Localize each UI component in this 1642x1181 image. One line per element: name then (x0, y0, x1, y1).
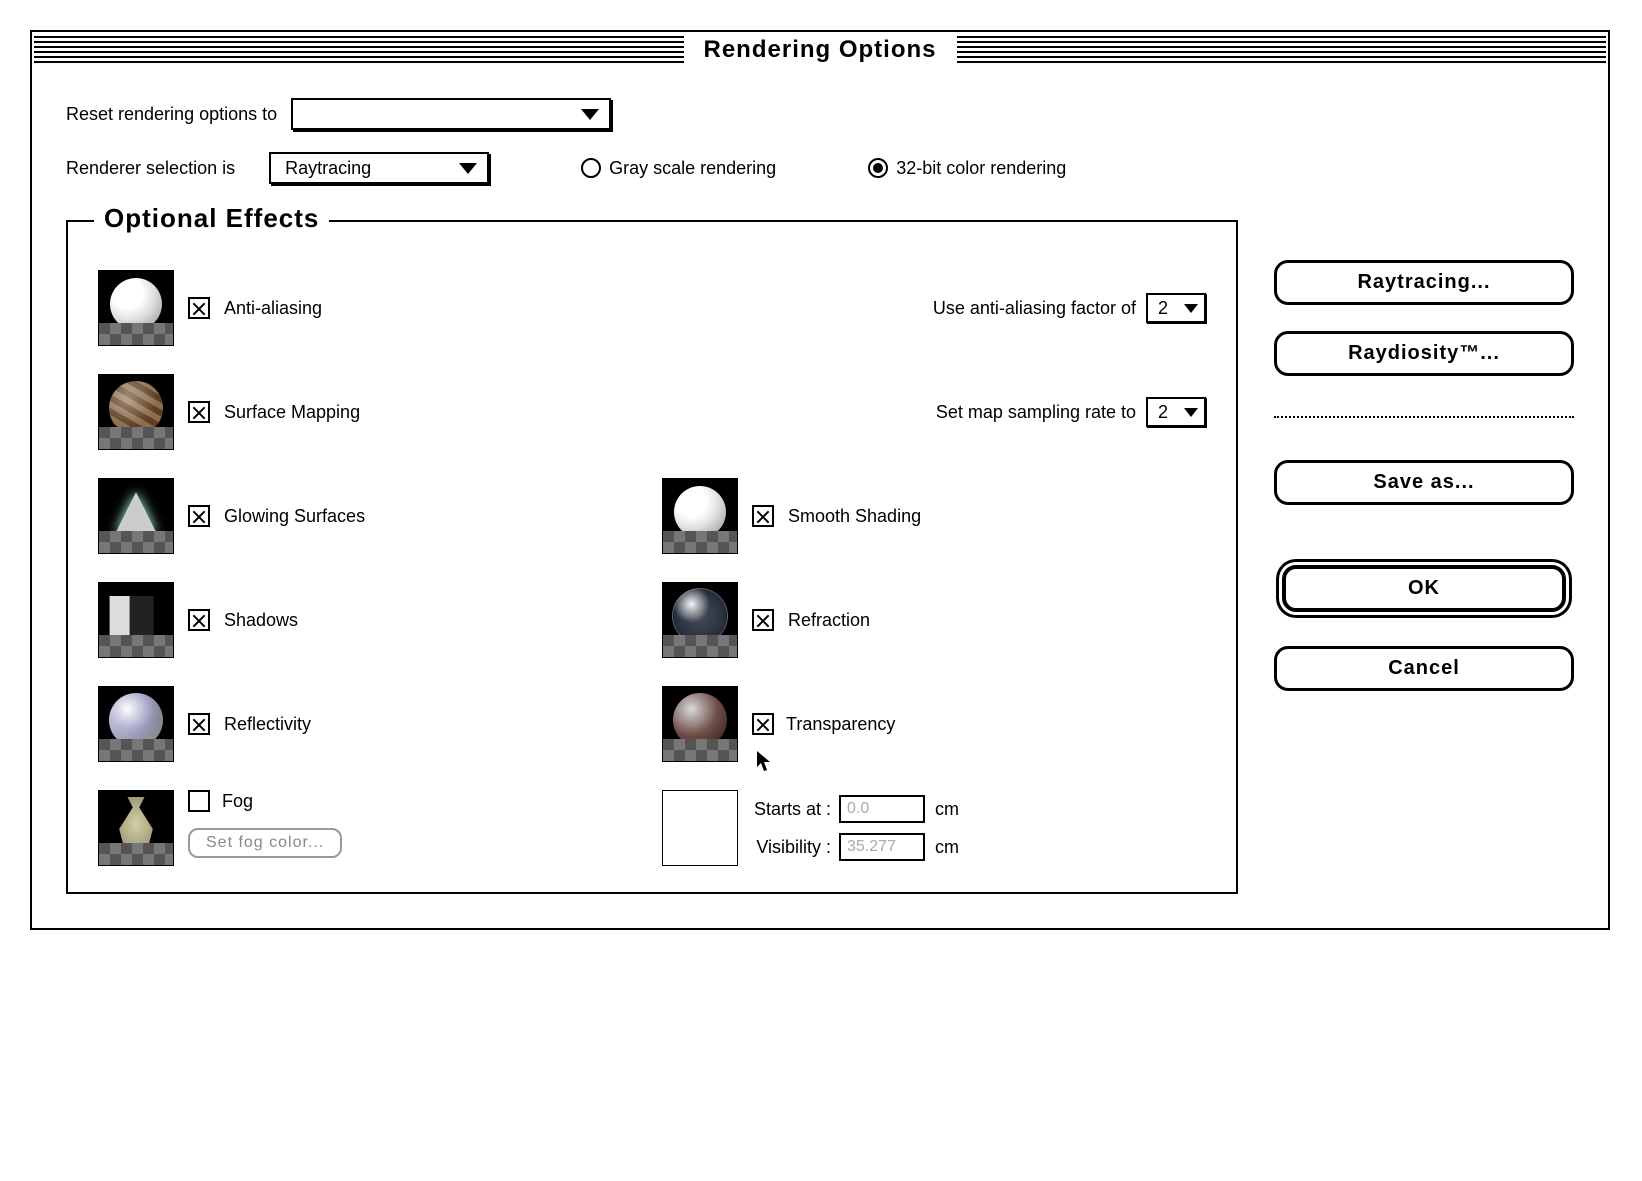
map-sampling-label: Set map sampling rate to (936, 402, 1136, 423)
mirror-sphere-icon (98, 686, 174, 762)
map-sampling-row: Set map sampling rate to 2 (662, 374, 1206, 450)
separator (1274, 416, 1574, 418)
fog-label: Fog (222, 791, 253, 812)
gray-scale-radio[interactable]: Gray scale rendering (581, 158, 776, 179)
effect-shadows: Shadows (98, 582, 642, 658)
effect-smooth-shading: Smooth Shading (662, 478, 1206, 554)
cancel-button[interactable]: Cancel (1274, 646, 1574, 691)
chevron-down-icon (459, 163, 477, 174)
renderer-dropdown[interactable]: Raytracing (269, 152, 489, 184)
set-fog-color-button[interactable]: Set fog color... (188, 828, 342, 858)
title-bar: Rendering Options (32, 32, 1608, 68)
renderer-label: Renderer selection is (66, 158, 235, 179)
antialiasing-factor-row: Use anti-aliasing factor of 2 (662, 270, 1206, 346)
fog-visibility-unit: cm (935, 837, 959, 858)
fog-checkbox[interactable] (188, 790, 210, 812)
refraction-checkbox[interactable] (752, 609, 774, 631)
radio-icon (581, 158, 601, 178)
titlebar-stripes-left (34, 36, 684, 64)
reset-dropdown[interactable] (291, 98, 611, 130)
window-title: Rendering Options (686, 36, 955, 64)
fog-visibility-input[interactable] (839, 833, 925, 861)
shadows-label: Shadows (224, 610, 298, 631)
aa-factor-value: 2 (1158, 298, 1168, 319)
reflectivity-label: Reflectivity (224, 714, 311, 735)
fog-starts-row: Starts at : cm (754, 795, 959, 823)
raytracing-button[interactable]: Raytracing... (1274, 260, 1574, 305)
effect-glowing-surfaces: Glowing Surfaces (98, 478, 642, 554)
ok-button[interactable]: OK (1282, 565, 1566, 612)
cube-shadow-icon (98, 582, 174, 658)
radio-icon (868, 158, 888, 178)
map-sampling-value: 2 (1158, 402, 1168, 423)
fog-starts-input[interactable] (839, 795, 925, 823)
refraction-label: Refraction (788, 610, 870, 631)
surface-mapping-checkbox[interactable] (188, 401, 210, 423)
group-legend: Optional Effects (94, 203, 329, 234)
aa-factor-dropdown[interactable]: 2 (1146, 293, 1206, 323)
sphere-icon (98, 270, 174, 346)
glowing-surfaces-checkbox[interactable] (188, 505, 210, 527)
renderer-row: Renderer selection is Raytracing Gray sc… (66, 152, 1574, 184)
rendering-options-window: Rendering Options Reset rendering option… (30, 30, 1610, 930)
transparency-checkbox[interactable] (752, 713, 774, 735)
optional-effects-group: Optional Effects Anti-aliasing Use anti-… (66, 220, 1238, 894)
color-radio-label: 32-bit color rendering (896, 158, 1066, 179)
gray-scale-radio-label: Gray scale rendering (609, 158, 776, 179)
effect-refraction: Refraction (662, 582, 1206, 658)
fog-starts-label: Starts at : (754, 799, 831, 820)
fog-visibility-row: Visibility : cm (754, 833, 959, 861)
fog-starts-unit: cm (935, 799, 959, 820)
map-sampling-dropdown[interactable]: 2 (1146, 397, 1206, 427)
effect-reflectivity: Reflectivity (98, 686, 642, 762)
sphere-icon (662, 478, 738, 554)
smooth-shading-label: Smooth Shading (788, 506, 921, 527)
reset-label: Reset rendering options to (66, 104, 277, 125)
prism-icon (98, 478, 174, 554)
effect-fog: Fog Set fog color... (98, 790, 642, 866)
smooth-shading-checkbox[interactable] (752, 505, 774, 527)
titlebar-stripes-right (957, 36, 1607, 64)
aa-factor-label: Use anti-aliasing factor of (933, 298, 1136, 319)
shadows-checkbox[interactable] (188, 609, 210, 631)
chevron-down-icon (581, 109, 599, 120)
vase-fog-icon (98, 790, 174, 866)
surface-mapping-label: Surface Mapping (224, 402, 360, 423)
reset-row: Reset rendering options to (66, 98, 1574, 130)
chevron-down-icon (1184, 408, 1198, 417)
textured-sphere-icon (98, 374, 174, 450)
raydiosity-button[interactable]: Raydiosity™... (1274, 331, 1574, 376)
effect-antialiasing: Anti-aliasing (98, 270, 642, 346)
fog-visibility-label: Visibility : (756, 837, 831, 858)
effect-surface-mapping: Surface Mapping (98, 374, 642, 450)
antialiasing-label: Anti-aliasing (224, 298, 322, 319)
sidebar: Raytracing... Raydiosity™... Save as... … (1274, 260, 1574, 691)
renderer-dropdown-value: Raytracing (285, 158, 371, 179)
color-radio[interactable]: 32-bit color rendering (868, 158, 1066, 179)
reflectivity-checkbox[interactable] (188, 713, 210, 735)
antialiasing-checkbox[interactable] (188, 297, 210, 319)
save-as-button[interactable]: Save as... (1274, 460, 1574, 505)
fog-color-swatch (662, 790, 738, 866)
effect-transparency: Transparency (662, 686, 1206, 762)
glowing-surfaces-label: Glowing Surfaces (224, 506, 365, 527)
transparency-label: Transparency (786, 714, 895, 735)
glass-sphere-icon (662, 582, 738, 658)
transparent-sphere-icon (662, 686, 738, 762)
chevron-down-icon (1184, 304, 1198, 313)
